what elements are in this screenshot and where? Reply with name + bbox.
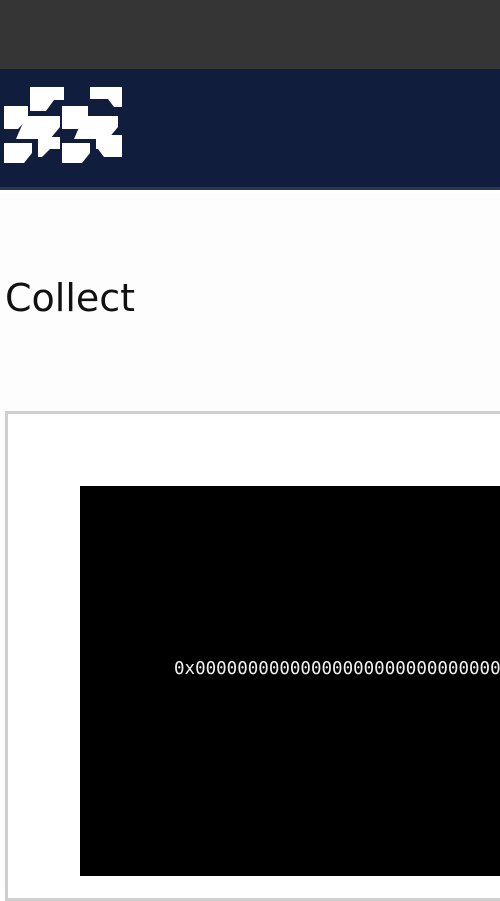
token-address: 0x00000000000000000000000000000000000000… [174,659,500,679]
brand-logo-icon[interactable] [4,85,122,163]
top-bar [0,0,500,69]
page-title: Collect [5,276,136,320]
site-header [0,69,500,190]
token-preview[interactable]: 0x00000000000000000000000000000000000000… [80,486,500,876]
main-content: Collect 0x000000000000000000000000000000… [0,193,500,901]
token-card: 0x00000000000000000000000000000000000000… [5,411,500,901]
